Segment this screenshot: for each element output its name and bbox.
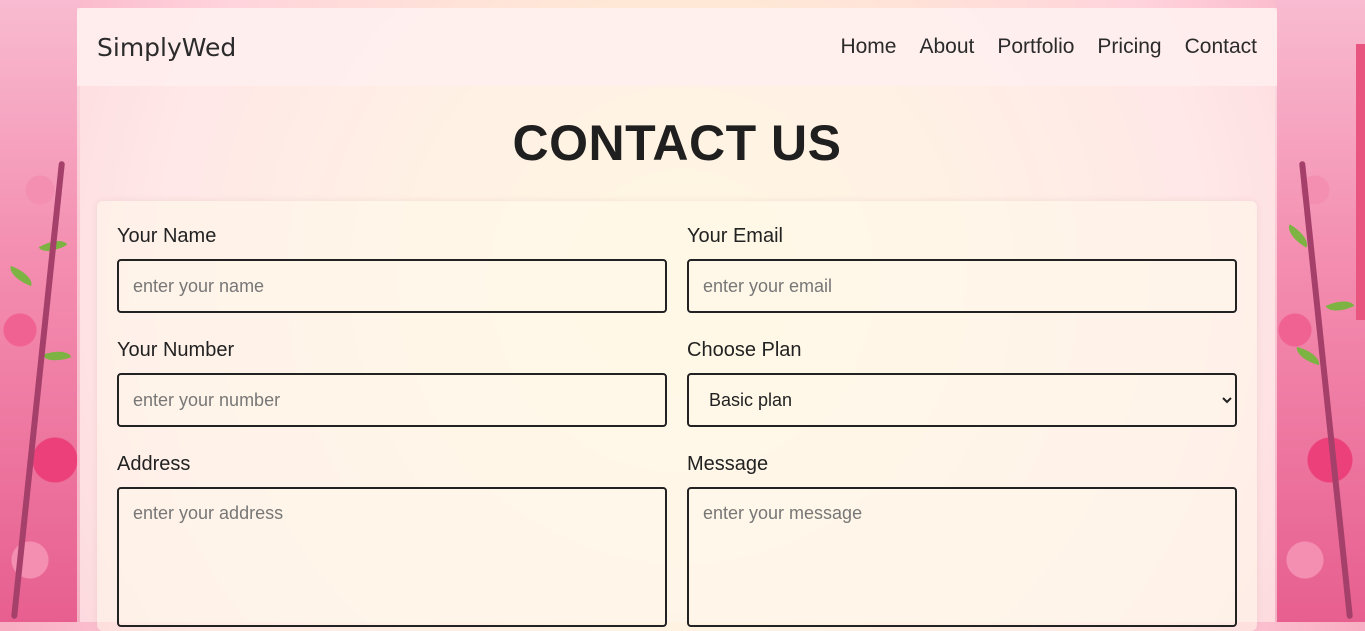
message-label: Message — [687, 453, 769, 475]
message-input[interactable] — [687, 487, 1237, 627]
nav-pricing[interactable]: Pricing — [1097, 35, 1161, 59]
page-title: CONTACT US — [512, 115, 842, 171]
plan-label: Choose Plan — [687, 339, 802, 361]
email-label: Your Email — [687, 225, 783, 247]
name-input[interactable] — [117, 259, 667, 313]
address-input[interactable] — [117, 487, 667, 627]
contact-form: Your Name Your Email Your Number Choose … — [97, 201, 1257, 631]
navbar: SimplyWed Home About Portfolio Pricing C… — [77, 8, 1277, 86]
email-input[interactable] — [687, 259, 1237, 313]
name-label: Your Name — [117, 225, 217, 247]
left-floral-decoration — [0, 0, 80, 622]
number-input[interactable] — [117, 373, 667, 427]
nav-contact[interactable]: Contact — [1185, 35, 1257, 59]
page-container: SimplyWed Home About Portfolio Pricing C… — [77, 8, 1277, 631]
message-group: Message — [687, 453, 1237, 631]
number-group: Your Number — [117, 339, 667, 427]
right-floral-decoration — [1275, 0, 1365, 622]
number-label: Your Number — [117, 339, 235, 361]
scrollbar-thumb[interactable] — [1356, 44, 1365, 320]
address-label: Address — [117, 453, 191, 475]
main-nav: Home About Portfolio Pricing Contact — [817, 35, 1257, 59]
name-group: Your Name — [117, 225, 667, 313]
nav-home[interactable]: Home — [840, 35, 896, 59]
address-group: Address — [117, 453, 667, 631]
email-group: Your Email — [687, 225, 1237, 313]
nav-about[interactable]: About — [919, 35, 974, 59]
plan-group: Choose Plan Basic plan — [687, 339, 1237, 427]
brand-logo[interactable]: SimplyWed — [97, 33, 236, 62]
plan-select[interactable]: Basic plan — [687, 373, 1237, 427]
nav-portfolio[interactable]: Portfolio — [997, 35, 1074, 59]
